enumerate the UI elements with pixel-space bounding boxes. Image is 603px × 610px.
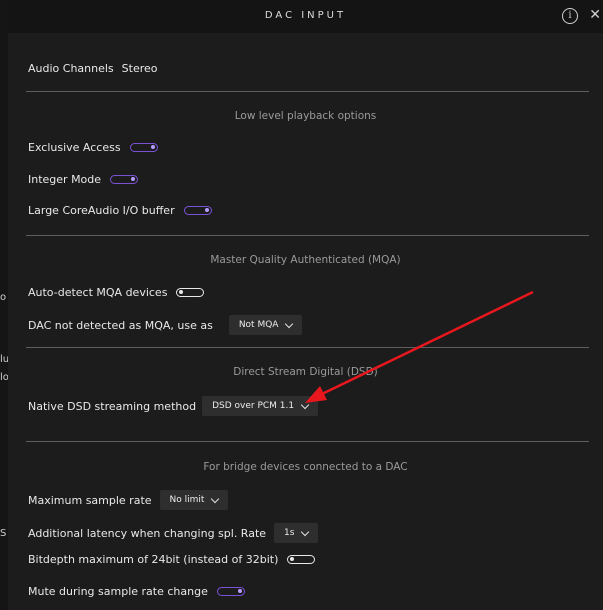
native-dsd-dropdown[interactable]: DSD over PCM 1.1 bbox=[202, 396, 319, 416]
mute-during-change-toggle[interactable] bbox=[216, 587, 245, 596]
divider bbox=[26, 347, 589, 348]
chevron-down-icon bbox=[301, 527, 310, 536]
section-header-mqa: Master Quality Authenticated (MQA) bbox=[210, 254, 401, 266]
divider bbox=[26, 441, 589, 442]
divider bbox=[26, 235, 589, 236]
section-header-low-level: Low level playback options bbox=[234, 110, 377, 122]
auto-detect-mqa-row: Auto-detect MQA devices bbox=[28, 286, 205, 299]
exclusive-access-row: Exclusive Access bbox=[28, 141, 158, 154]
section-header-dsd: Direct Stream Digital (DSD) bbox=[233, 366, 378, 378]
chevron-down-icon bbox=[300, 400, 310, 409]
additional-latency-label: Additional latency when changing spl. Ra… bbox=[28, 526, 267, 540]
dac-not-mqa-value: Not MQA bbox=[238, 320, 279, 330]
large-buffer-label: Large CoreAudio I/O buffer bbox=[28, 204, 175, 217]
additional-latency-dropdown[interactable]: 1s bbox=[274, 523, 319, 543]
max-sample-rate-row: Maximum sample rate No limit bbox=[28, 490, 229, 510]
exclusive-access-toggle[interactable] bbox=[129, 143, 158, 152]
additional-latency-value: 1s bbox=[284, 528, 295, 538]
max-sample-rate-value: No limit bbox=[169, 495, 205, 505]
section-header-bridge: For bridge devices connected to a DAC bbox=[203, 461, 408, 473]
close-icon[interactable]: ✕ bbox=[589, 7, 601, 23]
native-dsd-row: Native DSD streaming method DSD over PCM… bbox=[28, 396, 319, 416]
audio-channels-value: Stereo bbox=[121, 62, 158, 75]
large-buffer-row: Large CoreAudio I/O buffer bbox=[28, 204, 212, 217]
background-app-strip: o lu lo S bbox=[0, 0, 9, 610]
audio-channels-label: Audio Channels bbox=[28, 62, 114, 75]
large-buffer-toggle[interactable] bbox=[183, 206, 212, 215]
info-icon[interactable]: i bbox=[562, 8, 578, 24]
max-sample-rate-label: Maximum sample rate bbox=[28, 493, 152, 507]
background-fragment: S bbox=[0, 528, 7, 539]
auto-detect-mqa-toggle[interactable] bbox=[176, 288, 205, 297]
mute-during-change-label: Mute during sample rate change bbox=[28, 585, 208, 598]
integer-mode-toggle[interactable] bbox=[110, 175, 139, 184]
native-dsd-label: Native DSD streaming method bbox=[28, 399, 197, 413]
background-fragment: o bbox=[0, 292, 7, 303]
divider bbox=[26, 91, 589, 92]
exclusive-access-label: Exclusive Access bbox=[28, 141, 121, 154]
audio-channels-row: Audio Channels Stereo bbox=[28, 62, 158, 75]
dac-not-mqa-row: DAC not detected as MQA, use as Not MQA bbox=[28, 315, 303, 335]
chevron-down-icon bbox=[211, 494, 220, 503]
bitdepth-24-row: Bitdepth maximum of 24bit (instead of 32… bbox=[28, 553, 316, 566]
dac-not-mqa-dropdown[interactable]: Not MQA bbox=[228, 315, 303, 335]
integer-mode-label: Integer Mode bbox=[28, 173, 102, 186]
native-dsd-value: DSD over PCM 1.1 bbox=[212, 401, 295, 411]
dialog-title: DAC INPUT bbox=[264, 10, 347, 21]
bitdepth-24-toggle[interactable] bbox=[287, 555, 316, 564]
additional-latency-row: Additional latency when changing spl. Ra… bbox=[28, 523, 319, 543]
auto-detect-mqa-label: Auto-detect MQA devices bbox=[28, 286, 168, 299]
chevron-down-icon bbox=[285, 319, 294, 328]
dialog-titlebar: DAC INPUT i ✕ bbox=[8, 0, 603, 33]
dac-input-settings: Audio Channels Stereo Low level playback… bbox=[8, 33, 603, 610]
integer-mode-row: Integer Mode bbox=[28, 173, 139, 186]
bitdepth-24-label: Bitdepth maximum of 24bit (instead of 32… bbox=[28, 553, 279, 566]
dac-not-mqa-label: DAC not detected as MQA, use as bbox=[28, 318, 213, 332]
mute-during-change-row: Mute during sample rate change bbox=[28, 585, 245, 598]
max-sample-rate-dropdown[interactable]: No limit bbox=[159, 490, 229, 510]
